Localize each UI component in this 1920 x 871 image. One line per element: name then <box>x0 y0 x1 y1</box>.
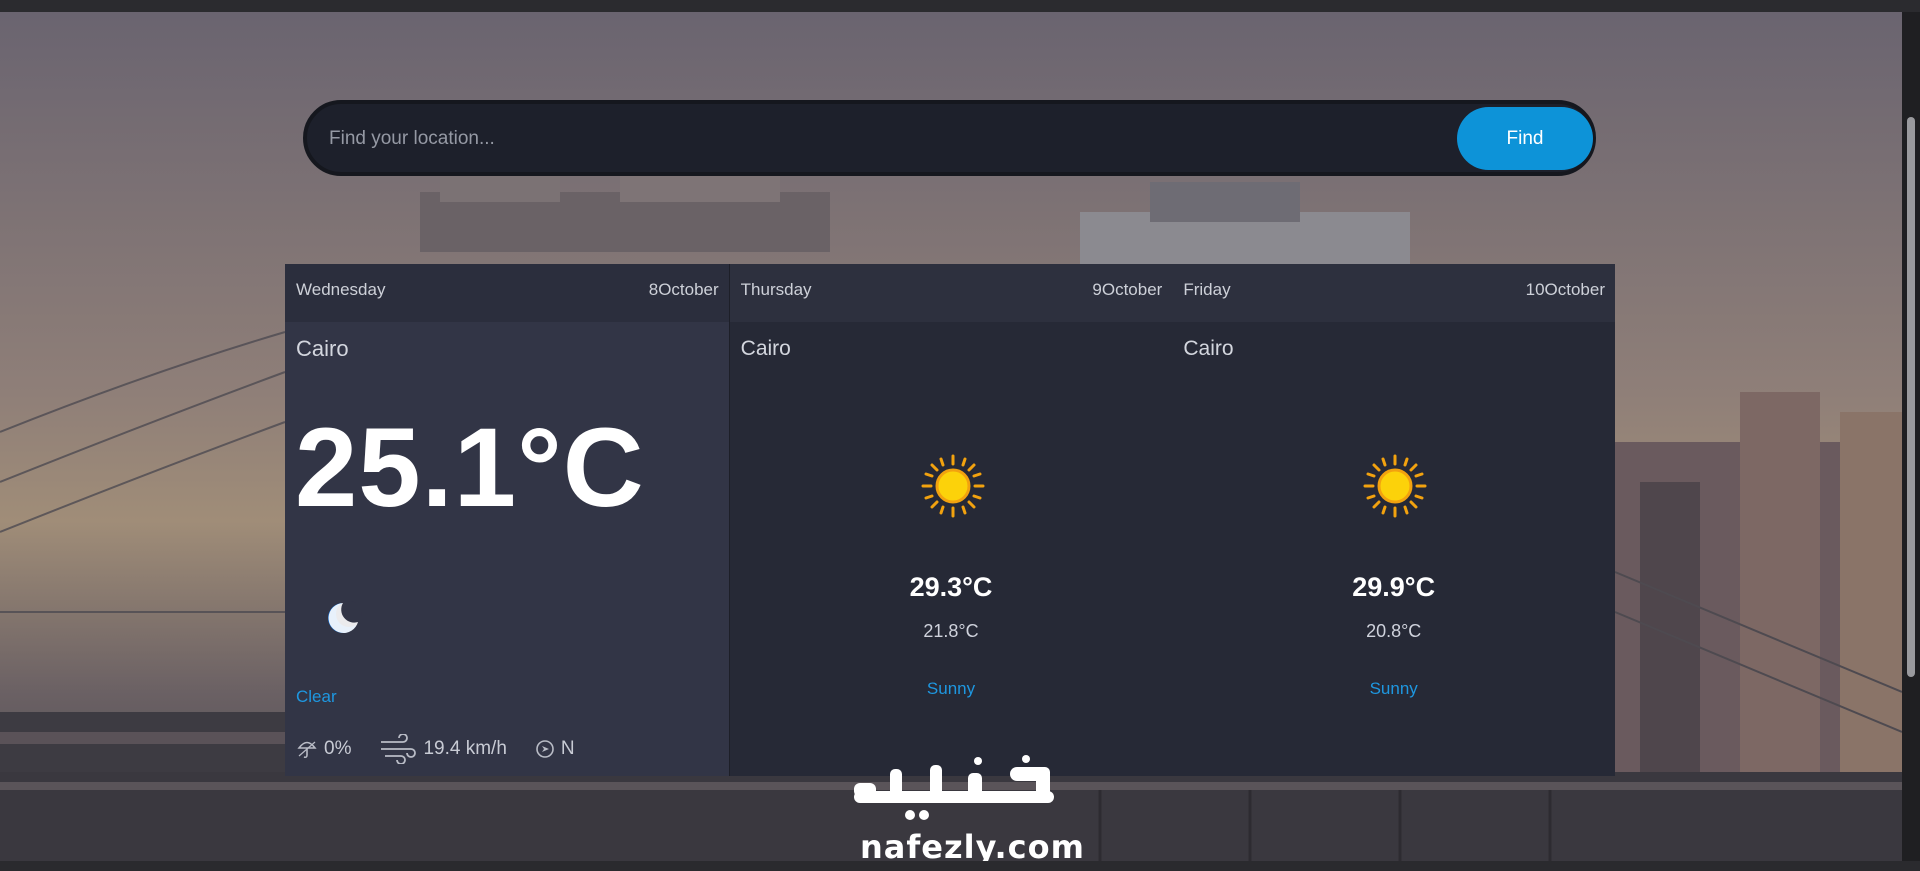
sun-icon <box>921 454 985 518</box>
forecast-card-day-3: Friday 10October Cairo 29.9°C 20.8°C Sun… <box>1172 264 1616 776</box>
wind-icon <box>381 734 417 764</box>
current-temperature: 25.1°C <box>295 405 645 530</box>
date-label: 9October <box>1092 280 1163 299</box>
card-header: Wednesday 8October <box>285 264 729 322</box>
scrollbar-thumb[interactable] <box>1907 117 1915 677</box>
compass-icon <box>536 740 554 758</box>
weather-condition: Sunny <box>1369 679 1418 698</box>
wind-speed: 19.4 km/h <box>379 734 507 764</box>
wind-direction: N <box>535 738 575 760</box>
date-label: 10October <box>1525 280 1606 299</box>
city-name: Cairo <box>1183 337 1234 360</box>
weather-condition: Clear <box>296 687 337 706</box>
location-search-input[interactable] <box>327 118 1431 160</box>
card-header: Thursday 9October <box>729 264 1173 322</box>
wind-value: 19.4 km/h <box>423 738 507 759</box>
umbrella-icon <box>297 741 317 759</box>
search-bar: Find <box>303 100 1596 176</box>
forecast-card-today: Wednesday 8October Cairo 25.1°C Clear 0% <box>285 264 729 776</box>
max-temperature: 29.9°C <box>1352 572 1436 602</box>
page-scrollbar[interactable] <box>1902 12 1920 861</box>
direction-value: N <box>560 738 575 759</box>
date-label: 8October <box>648 280 719 299</box>
card-header: Friday 10October <box>1172 264 1616 322</box>
min-temperature: 20.8°C <box>1366 621 1422 641</box>
rain-value: 0% <box>324 738 352 759</box>
moon-icon <box>328 601 362 633</box>
forecast-card-day-2: Thursday 9October Cairo 29.3°C 21.8°C Su… <box>728 264 1173 776</box>
weather-condition: Sunny <box>926 679 976 698</box>
max-temperature: 29.3°C <box>909 572 993 602</box>
weather-stats: 0% 19.4 km/h N <box>296 734 603 764</box>
day-name: Friday <box>1183 280 1231 299</box>
day-name: Wednesday <box>296 280 386 299</box>
browser-bottom-strip <box>0 861 1920 871</box>
city-name: Cairo <box>740 337 791 360</box>
find-button[interactable]: Find <box>1457 107 1593 170</box>
min-temperature: 21.8°C <box>923 621 979 641</box>
city-name: Cairo <box>296 336 349 361</box>
rain-chance: 0% <box>296 738 351 760</box>
sun-icon <box>1363 454 1427 518</box>
day-name: Thursday <box>740 280 812 299</box>
forecast-cards: Wednesday 8October Cairo 25.1°C Clear 0% <box>285 264 1616 776</box>
